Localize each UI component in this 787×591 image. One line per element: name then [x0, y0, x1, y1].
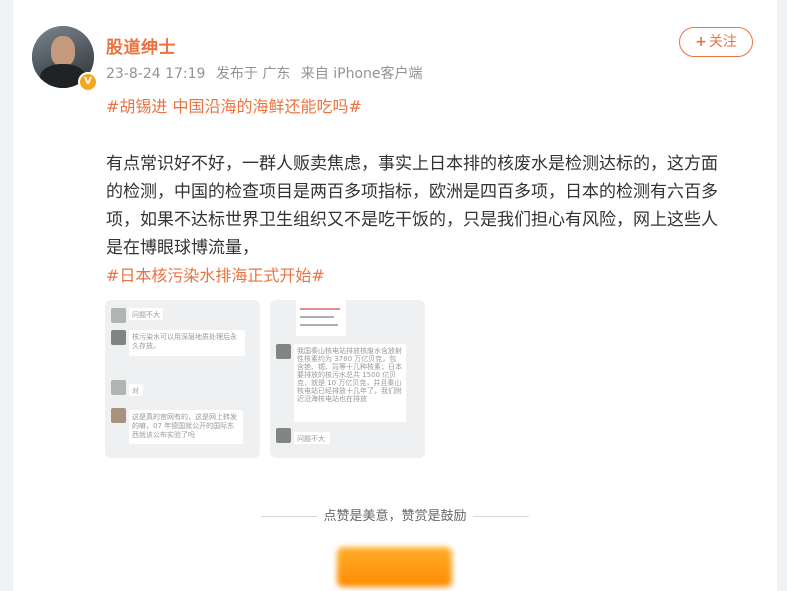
reward-caption: 点赞是美意，赞赏是鼓励 — [13, 505, 777, 524]
chat-bubble: 问题不大 — [129, 308, 163, 320]
divider — [472, 516, 529, 517]
chat-bubble: 核污染水可以用深层地质处理后永久存放。 — [129, 330, 245, 356]
topic-link-2[interactable]: #日本核污染水排海正式开始# — [106, 262, 325, 286]
author-name[interactable]: 股道绅士 — [106, 33, 176, 58]
chat-avatar-icon — [276, 344, 291, 359]
post-body-line: 项，如果不达标世界卫生组织又不是吃干饭的，只是我们担心有风险，网上这些人 — [106, 210, 718, 230]
chat-avatar-icon — [111, 308, 126, 323]
chat-image-preview — [296, 300, 346, 336]
post-image-2[interactable]: 我国秦山核电站排放核废水含放射性核素约为 3780 万亿贝克，包含铯、锶、氚等十… — [270, 300, 425, 458]
reward-text: 点赞是美意，赞赏是鼓励 — [323, 509, 467, 524]
follow-label: 关注 — [708, 34, 737, 50]
chat-bubble: 对 — [129, 384, 143, 396]
post-body-line: 的检测，中国的检查项目是两百多项指标，欧洲是四百多项，日本的检测有六百多 — [106, 182, 718, 202]
post-body: 有点常识好不好，一群人贩卖焦虑，事实上日本排的核废水是检测达标的，这方面 的检测… — [106, 150, 766, 262]
chat-message: 对 — [132, 387, 139, 395]
chat-bubble: 这是真的官网有的，这是网上转发的嘛，07 年德国就公开的国际东西就该公布实验了吗 — [129, 410, 243, 444]
chat-message: 这是真的官网有的，这是网上转发的嘛，07 年德国就公开的国际东西就该公布实验了吗 — [132, 413, 237, 439]
location: 发布于 广东 — [215, 66, 291, 82]
chat-bubble: 问题不大 — [294, 432, 330, 444]
topic-link-1[interactable]: #胡锡进 中国沿海的海鲜还能吃吗# — [106, 93, 362, 117]
chat-message: 问题不大 — [132, 311, 160, 319]
chat-message: 我国秦山核电站排放核废水含放射性核素约为 3780 万亿贝克，包含铯、锶、氚等十… — [297, 347, 402, 403]
chat-avatar-icon — [276, 428, 291, 443]
chat-avatar-icon — [111, 330, 126, 345]
follow-button[interactable]: + 关注 — [679, 27, 753, 57]
post-body-line: 是在博眼球博流量， — [106, 238, 259, 258]
plus-icon: + — [695, 34, 707, 50]
chat-avatar-icon — [111, 380, 126, 395]
chat-bubble: 我国秦山核电站排放核废水含放射性核素约为 3780 万亿贝克，包含铯、锶、氚等十… — [294, 344, 406, 422]
verified-badge-icon: V — [78, 72, 98, 92]
divider — [261, 516, 318, 517]
chat-avatar-icon — [111, 408, 126, 423]
post-card: V 股道绅士 23-8-24 17:19 发布于 广东 来自 iPhone客户端… — [13, 0, 777, 591]
post-body-line: 有点常识好不好，一群人贩卖焦虑，事实上日本排的核废水是检测达标的，这方面 — [106, 154, 718, 174]
post-meta: 23-8-24 17:19 发布于 广东 来自 iPhone客户端 — [106, 63, 429, 83]
chat-message: 核污染水可以用深层地质处理后永久存放。 — [132, 333, 237, 350]
reward-button[interactable] — [337, 547, 452, 587]
post-image-1[interactable]: 问题不大 核污染水可以用深层地质处理后永久存放。 对 这是真的官网有的，这是网上… — [105, 300, 260, 458]
chat-message: 问题不大 — [297, 435, 325, 443]
source: 来自 iPhone客户端 — [300, 66, 423, 82]
timestamp[interactable]: 23-8-24 17:19 — [106, 66, 205, 82]
